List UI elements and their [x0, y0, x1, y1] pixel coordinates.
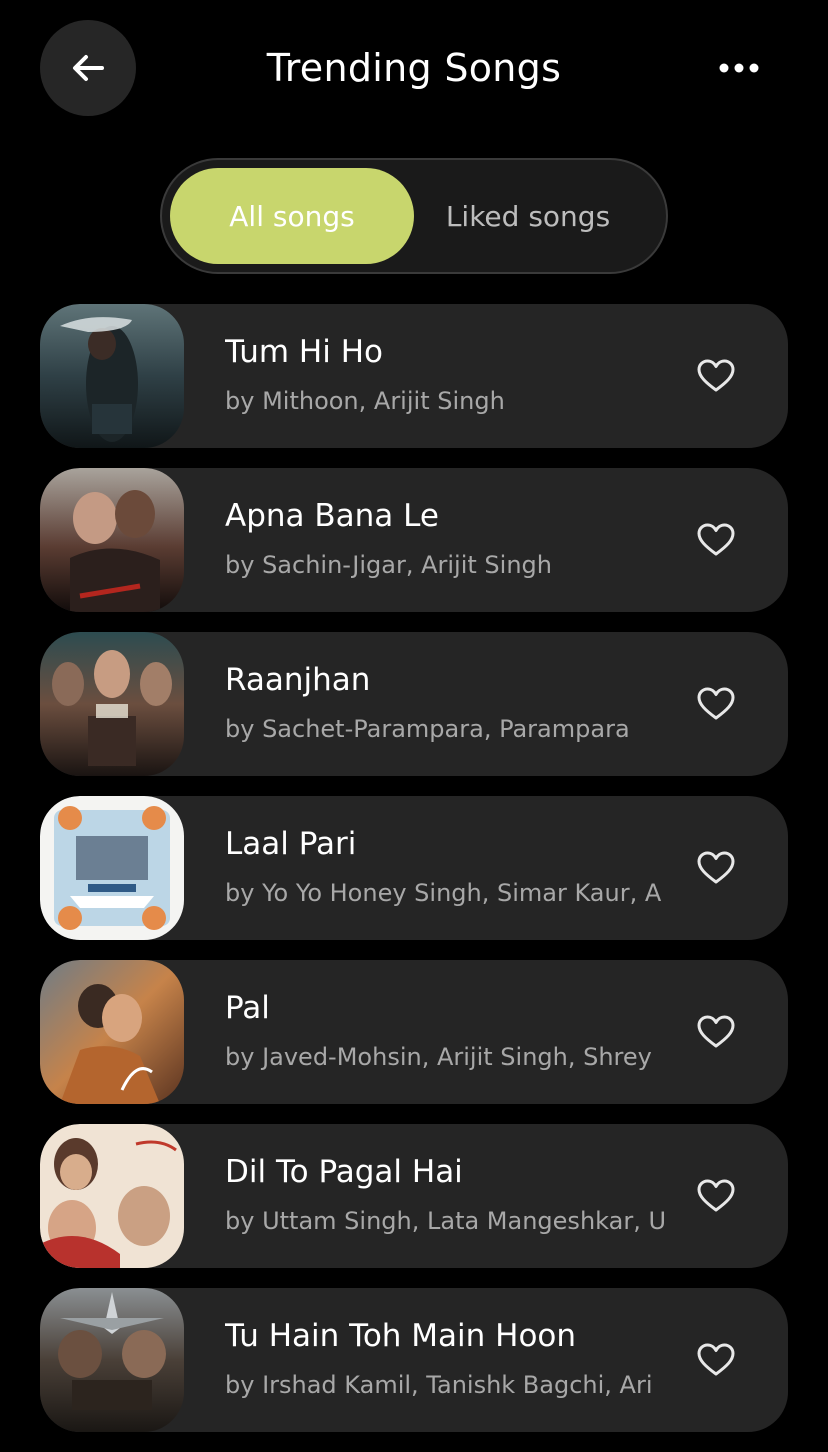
like-button[interactable]: [692, 680, 740, 728]
page-title: Trending Songs: [266, 46, 562, 90]
song-artists: by Yo Yo Honey Singh, Simar Kaur, A: [225, 879, 662, 907]
album-cover: [40, 1124, 184, 1268]
song-item[interactable]: Pal by Javed-Mohsin, Arijit Singh, Shrey: [40, 960, 788, 1104]
heart-icon: [697, 523, 735, 556]
song-filter-toggle: All songs Liked songs: [160, 158, 668, 274]
song-title: Tu Hain Toh Main Hoon: [225, 1318, 577, 1354]
song-item[interactable]: Dil To Pagal Hai by Uttam Singh, Lata Ma…: [40, 1124, 788, 1268]
song-list: Tum Hi Ho by Mithoon, Arijit Singh Apna …: [40, 304, 788, 1452]
song-title: Pal: [225, 990, 270, 1026]
song-artists: by Uttam Singh, Lata Mangeshkar, U: [225, 1207, 667, 1235]
song-title: Apna Bana Le: [225, 498, 439, 534]
tab-liked-songs[interactable]: Liked songs: [410, 168, 646, 264]
song-artists: by Sachin-Jigar, Arijit Singh: [225, 551, 552, 579]
song-title: Laal Pari: [225, 826, 357, 862]
song-artists: by Irshad Kamil, Tanishk Bagchi, Ari: [225, 1371, 653, 1399]
back-button[interactable]: [40, 20, 136, 116]
album-cover: [40, 468, 184, 612]
like-button[interactable]: [692, 844, 740, 892]
album-cover: [40, 796, 184, 940]
heart-icon: [697, 851, 735, 884]
like-button[interactable]: [692, 1336, 740, 1384]
song-artists: by Javed-Mohsin, Arijit Singh, Shrey: [225, 1043, 652, 1071]
song-title: Raanjhan: [225, 662, 371, 698]
song-item[interactable]: Apna Bana Le by Sachin-Jigar, Arijit Sin…: [40, 468, 788, 612]
album-cover: [40, 304, 184, 448]
album-cover: [40, 1288, 184, 1432]
like-button[interactable]: [692, 352, 740, 400]
song-item[interactable]: Laal Pari by Yo Yo Honey Singh, Simar Ka…: [40, 796, 788, 940]
song-item[interactable]: Raanjhan by Sachet-Parampara, Parampara: [40, 632, 788, 776]
song-item[interactable]: Tu Hain Toh Main Hoon by Irshad Kamil, T…: [40, 1288, 788, 1432]
heart-icon: [697, 1179, 735, 1212]
heart-icon: [697, 1015, 735, 1048]
more-horizontal-icon: [719, 63, 759, 73]
album-cover: [40, 632, 184, 776]
more-options-button[interactable]: [708, 46, 770, 90]
arrow-left-icon: [73, 55, 104, 81]
song-title: Tum Hi Ho: [225, 334, 383, 370]
like-button[interactable]: [692, 1172, 740, 1220]
app-header: Trending Songs: [0, 0, 828, 136]
tab-all-songs[interactable]: All songs: [170, 168, 414, 264]
song-title: Dil To Pagal Hai: [225, 1154, 463, 1190]
like-button[interactable]: [692, 1008, 740, 1056]
song-artists: by Sachet-Parampara, Parampara: [225, 715, 630, 743]
album-cover: [40, 960, 184, 1104]
song-item[interactable]: Tum Hi Ho by Mithoon, Arijit Singh: [40, 304, 788, 448]
like-button[interactable]: [692, 516, 740, 564]
heart-icon: [697, 1343, 735, 1376]
heart-icon: [697, 687, 735, 720]
song-artists: by Mithoon, Arijit Singh: [225, 387, 505, 415]
heart-icon: [697, 359, 735, 392]
